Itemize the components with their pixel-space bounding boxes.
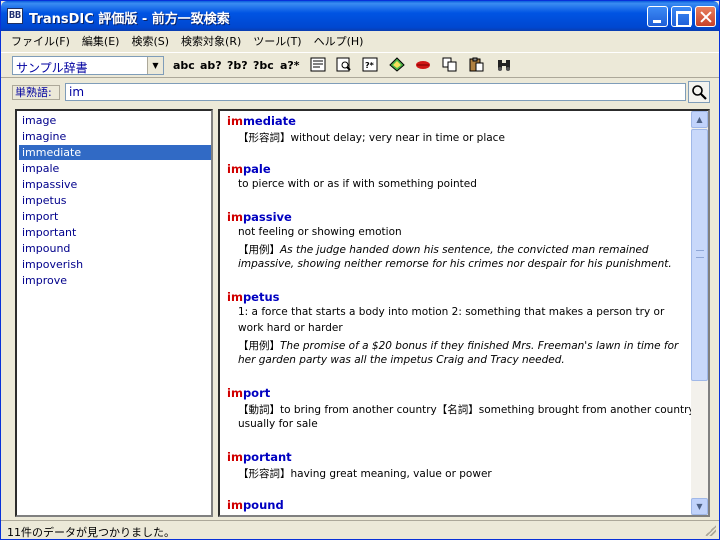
minimize-button[interactable]	[647, 6, 668, 27]
lips-icon[interactable]	[414, 57, 432, 74]
mode-prefix-button[interactable]: ab?	[200, 59, 222, 72]
entry-headword: impound	[227, 498, 284, 512]
copy-icon[interactable]	[441, 57, 459, 74]
menu-search[interactable]: 検索(S)	[125, 31, 175, 50]
search-input[interactable]	[65, 83, 686, 101]
mode-wildcard-button[interactable]: a?*	[280, 59, 300, 72]
entry-definition: to pierce with or as if with something p…	[238, 178, 477, 190]
lookup-icon[interactable]	[335, 57, 353, 74]
entry-headword: import	[227, 386, 271, 400]
entry-definition: 【動詞】to bring from another country【名詞】som…	[238, 404, 698, 416]
entry-definition: 【形容詞】having great meaning, value or powe…	[238, 468, 492, 480]
entry-definition: 1: a force that starts a body into motio…	[238, 306, 665, 318]
list-item-selected[interactable]: immediate	[19, 145, 211, 160]
search-button[interactable]	[688, 81, 710, 103]
list-item[interactable]: imagine	[19, 129, 211, 144]
list-item[interactable]: improve	[19, 273, 211, 288]
bookmark-icon[interactable]	[388, 57, 406, 74]
menu-bar: ファイル(F) 編集(E) 検索(S) 検索対象(R) ツール(T) ヘルプ(H…	[1, 31, 719, 50]
chevron-down-icon[interactable]: ▼	[147, 57, 163, 74]
mode-contains-button[interactable]: ?b?	[227, 59, 248, 72]
list-view-icon[interactable]	[309, 57, 327, 74]
maximize-button[interactable]	[671, 6, 692, 27]
word-list[interactable]: image imagine immediate impale impassive…	[15, 109, 213, 517]
entry-headword: impetus	[227, 290, 280, 304]
list-item[interactable]: impound	[19, 241, 211, 256]
menu-help[interactable]: ヘルプ(H)	[308, 31, 370, 50]
entry-definition: work hard or harder	[238, 322, 343, 334]
list-item[interactable]: important	[19, 225, 211, 240]
menu-file[interactable]: ファイル(F)	[5, 31, 76, 50]
binoculars-icon[interactable]	[495, 57, 513, 74]
search-icon	[692, 85, 707, 100]
search-label: 単熟語:	[12, 85, 60, 100]
close-button[interactable]	[695, 6, 716, 27]
app-window: BB TransDIC 評価版 - 前方一致検索 ファイル(F) 編集(E) 検…	[0, 0, 720, 540]
menu-edit[interactable]: 編集(E)	[76, 31, 126, 50]
entry-headword: impassive	[227, 210, 292, 224]
entry-example: 【用例】As the judge handed down his sentenc…	[238, 244, 649, 256]
menu-search-target[interactable]: 検索対象(R)	[175, 31, 247, 50]
entry-definition: usually for sale	[238, 418, 318, 430]
window-title: TransDIC 評価版 - 前方一致検索	[29, 12, 230, 27]
app-icon: BB	[7, 8, 23, 24]
dictionary-select-value: サンプル辞書	[16, 61, 88, 75]
entry-example: 【用例】The promise of a $20 bonus if they f…	[238, 340, 679, 352]
list-item[interactable]: impale	[19, 161, 211, 176]
paste-icon[interactable]	[468, 57, 486, 74]
dictionary-select[interactable]: サンプル辞書 ▼	[12, 56, 164, 75]
scroll-thumb[interactable]	[691, 129, 708, 381]
entry-headword: important	[227, 450, 292, 464]
entry-example: impassive, showing neither remorse for h…	[238, 258, 672, 270]
status-bar: 11件のデータが見つかりました。	[1, 520, 719, 539]
list-item[interactable]: impassive	[19, 177, 211, 192]
status-text: 11件のデータが見つかりました。	[7, 526, 175, 539]
list-item[interactable]: impoverish	[19, 257, 211, 272]
title-bar[interactable]: BB TransDIC 評価版 - 前方一致検索	[1, 1, 719, 31]
entry-headword: immediate	[227, 114, 296, 128]
list-item[interactable]: impetus	[19, 193, 211, 208]
scroll-up-icon[interactable]: ▲	[691, 111, 708, 128]
scroll-down-icon[interactable]: ▼	[691, 498, 708, 515]
menu-tools[interactable]: ツール(T)	[247, 31, 307, 50]
svg-text:?*: ?*	[365, 61, 375, 70]
entry-definition: not feeling or showing emotion	[238, 226, 402, 238]
mode-suffix-button[interactable]: ?bc	[253, 59, 274, 72]
wildcard-icon[interactable]: ?*	[361, 57, 379, 74]
list-item[interactable]: image	[19, 113, 211, 128]
entry-headword: impale	[227, 162, 271, 176]
vertical-scrollbar[interactable]: ▲ ▼	[691, 111, 708, 515]
definition-pane[interactable]: immediate 【形容詞】without delay; very near …	[218, 109, 710, 517]
entry-example: her garden party was all the impetus Cra…	[238, 354, 565, 366]
resize-grip-icon[interactable]	[705, 525, 716, 536]
list-item[interactable]: import	[19, 209, 211, 224]
toolbar: サンプル辞書 ▼ abc ab? ?b? ?bc a?* ?*	[1, 52, 719, 78]
mode-exact-button[interactable]: abc	[173, 59, 195, 72]
entry-definition: 【形容詞】without delay; very near in time or…	[238, 132, 505, 144]
